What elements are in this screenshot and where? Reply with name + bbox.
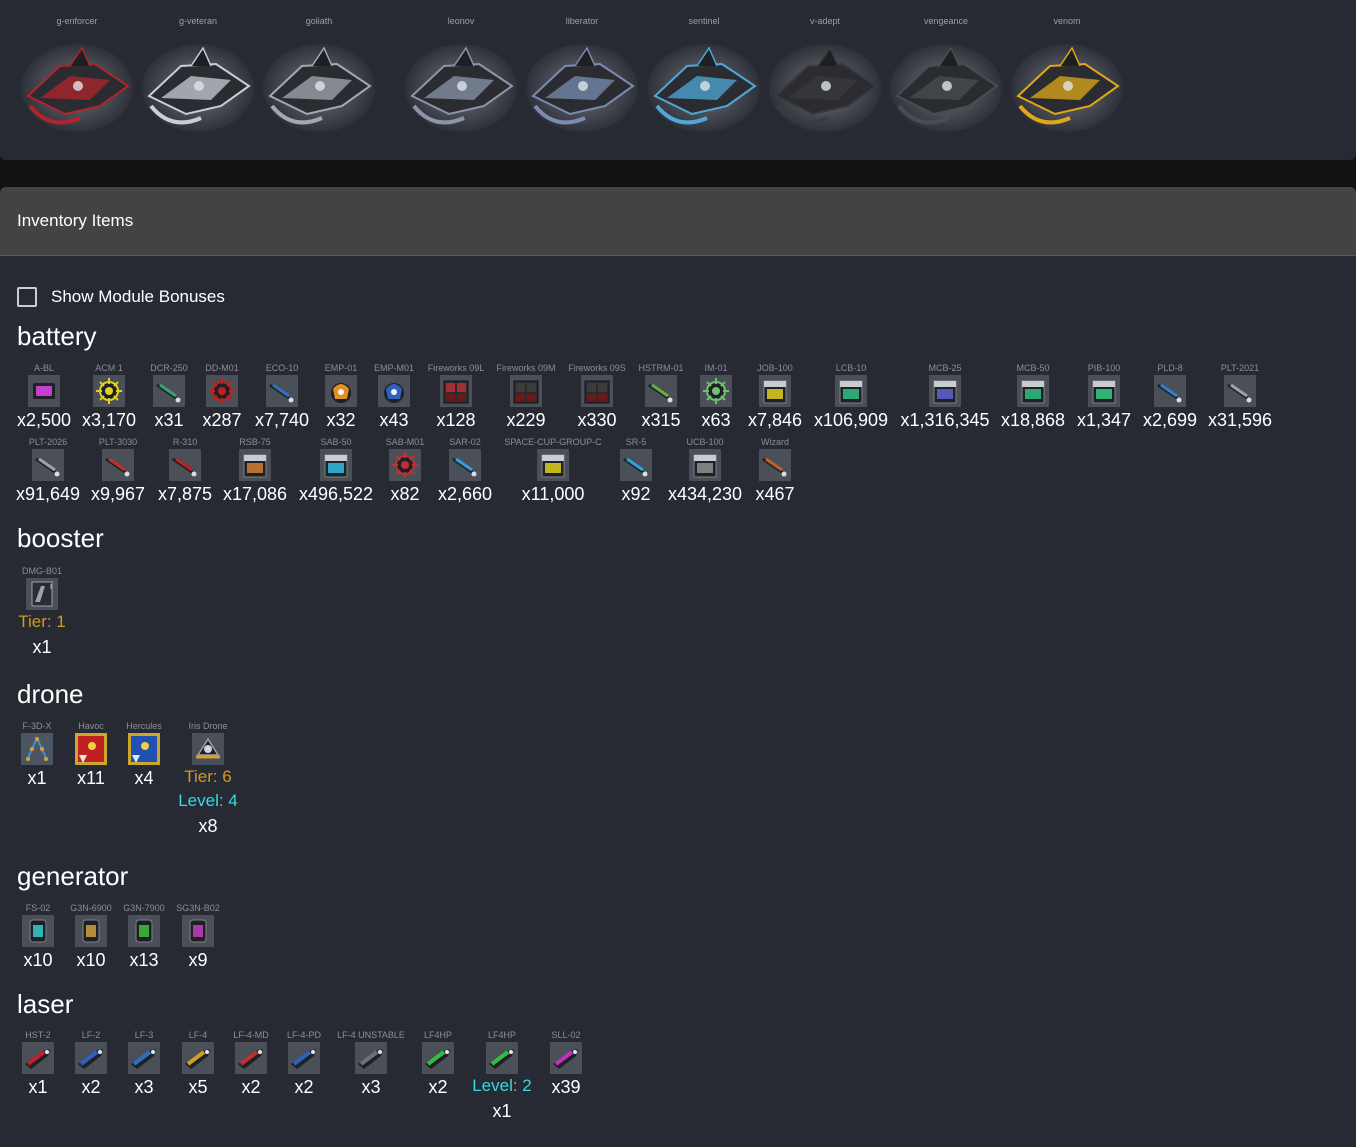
item-count: x1 — [492, 1101, 512, 1121]
rocket-icon — [1224, 375, 1256, 407]
leonov-ship-icon — [404, 36, 518, 136]
item-tier: Tier: 1 — [18, 612, 66, 631]
ship-name: vengeance — [923, 16, 969, 26]
inventory-panel: Inventory Items Show Module Bonuses batt… — [0, 187, 1356, 1147]
category-title-booster: booster — [17, 523, 104, 553]
ship-name: g-enforcer — [56, 16, 98, 26]
ship-name: goliath — [305, 16, 333, 26]
g-enforcer-ship-icon — [20, 36, 134, 136]
inventory-item[interactable]: DMG-B01 I Tier: 1 x1 — [0, 566, 102, 658]
item-name: SG3N-B02 — [176, 903, 220, 913]
rocket-icon — [449, 449, 481, 481]
ammo-box-icon — [239, 449, 271, 481]
ship-name: leonov — [447, 16, 475, 26]
ammo-box-icon — [537, 449, 569, 481]
venom-ship-icon — [1010, 36, 1124, 136]
ship-vengeance[interactable]: vengeance — [887, 14, 1005, 144]
booster-icon: I — [26, 578, 58, 610]
ship-sentinel[interactable]: sentinel — [645, 14, 763, 144]
svg-text:I: I — [50, 584, 52, 591]
item-count: x1 — [32, 637, 52, 657]
inventory-item[interactable]: Wizard x467 — [715, 437, 835, 505]
ships-panel: g-enforcer g-veteran goliath leonov liberato… — [0, 0, 1356, 160]
item-tier: Tier: 6 — [184, 767, 232, 786]
ammo-box-icon — [929, 375, 961, 407]
item-name: DMG-B01 — [21, 566, 62, 576]
category-title-generator: generator — [17, 861, 129, 891]
item-level: Level: 4 — [178, 791, 238, 810]
category-title-drone: drone — [17, 679, 84, 709]
ship-leonov[interactable]: leonov — [402, 14, 520, 144]
item-name: PLT-2021 — [1220, 363, 1260, 373]
v-adept-ship-icon — [768, 36, 882, 136]
rocket-icon — [759, 449, 791, 481]
ship-g-veteran[interactable]: g-veteran — [139, 14, 257, 144]
drone-icon — [192, 733, 224, 765]
ship-v-adept[interactable]: v-adept — [766, 14, 884, 144]
ship-liberator[interactable]: liberator — [523, 14, 641, 144]
show-module-bonuses-toggle[interactable]: Show Module Bonuses — [17, 287, 225, 307]
ship-goliath[interactable]: goliath — [260, 14, 378, 144]
ship-name: venom — [1053, 16, 1081, 26]
ammo-box-icon — [835, 375, 867, 407]
item-count: x39 — [551, 1077, 581, 1097]
show-module-bonuses-label: Show Module Bonuses — [51, 287, 225, 306]
inventory-header: Inventory Items — [0, 187, 1356, 256]
laser-icon — [550, 1042, 582, 1074]
category-title-laser: laser — [17, 989, 74, 1019]
g-veteran-ship-icon — [141, 36, 255, 136]
inventory-title: Inventory Items — [17, 211, 134, 230]
liberator-ship-icon — [525, 36, 639, 136]
vengeance-ship-icon — [889, 36, 1003, 136]
ship-name: sentinel — [688, 16, 720, 26]
item-count: x467 — [755, 484, 795, 504]
inventory-item[interactable]: SG3N-B02 x9 — [138, 903, 258, 971]
item-count: x31,596 — [1207, 410, 1273, 430]
item-count: x8 — [198, 816, 218, 836]
ammo-box-icon — [759, 375, 791, 407]
ship-venom[interactable]: venom — [1008, 14, 1126, 144]
ship-name: g-veteran — [178, 16, 218, 26]
generator-icon — [182, 915, 214, 947]
sentinel-ship-icon — [647, 36, 761, 136]
category-title-battery: battery — [17, 321, 97, 351]
ship-name: liberator — [565, 16, 599, 26]
ship-g-enforcer[interactable]: g-enforcer — [18, 14, 136, 144]
show-module-bonuses-checkbox[interactable] — [17, 287, 37, 307]
item-count: x9 — [188, 950, 208, 970]
item-name: SLL-02 — [551, 1030, 581, 1040]
inventory-item[interactable]: PLT-2021 x31,596 — [1180, 363, 1300, 431]
goliath-ship-icon — [262, 36, 376, 136]
inventory-item[interactable]: Iris Drone Tier: 6 Level: 4 x8 — [148, 721, 268, 837]
inventory-item[interactable]: SLL-02 x39 — [506, 1030, 626, 1098]
item-name: Wizard — [760, 437, 789, 447]
item-name: Iris Drone — [188, 721, 228, 731]
ship-name: v-adept — [809, 16, 841, 26]
